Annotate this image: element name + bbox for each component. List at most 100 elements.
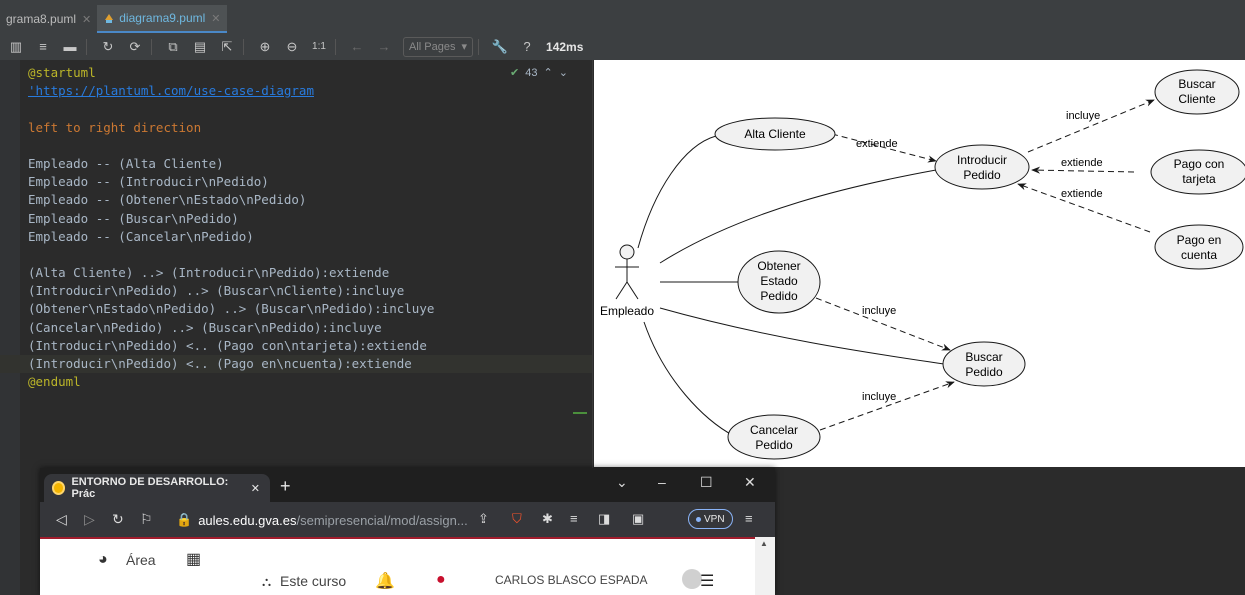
favicon-icon (52, 481, 66, 495)
code-line-current: (Introducir\nPedido) <.. (Pago en\ncuent… (0, 355, 592, 374)
chat-icon[interactable]: ● (436, 571, 446, 589)
use-case-label: Buscar (1178, 77, 1215, 91)
use-case-buscar-pedido[interactable] (942, 341, 1026, 387)
close-icon[interactable]: ✕ (211, 12, 220, 25)
new-tab-button[interactable]: + (280, 476, 291, 497)
use-case-cancelar-pedido[interactable] (727, 414, 821, 460)
code-line: Empleado -- (Obtener\nEstado\nPedido) (28, 192, 307, 208)
user-name[interactable]: CARLOS BLASCO ESPADA (495, 573, 648, 587)
use-case-label: Cancelar (750, 423, 798, 437)
extensions-icon[interactable]: ✱ (542, 511, 553, 527)
tab-label: diagrama9.puml (119, 11, 206, 25)
relation-label: extiende (1061, 157, 1103, 169)
code-line: Empleado -- (Cancelar\nPedido) (28, 228, 254, 244)
lock-icon: 🔒 (176, 512, 193, 527)
save-icon[interactable]: ▤ (189, 36, 211, 58)
close-icon[interactable]: ✕ (82, 13, 91, 26)
minimize-icon[interactable]: – (658, 474, 666, 490)
close-window-icon[interactable]: ✕ (744, 474, 756, 491)
avatar[interactable] (682, 569, 702, 589)
share-icon[interactable]: ⇪ (478, 511, 489, 527)
settings-wrench-icon[interactable]: 🔧 (489, 36, 511, 58)
help-button[interactable]: ? (516, 36, 538, 58)
use-case-label: Pedido (760, 289, 798, 303)
tab-grama8[interactable]: grama8.puml ✕ (0, 5, 97, 33)
next-page-icon[interactable]: → (373, 36, 395, 58)
code-line: (Introducir\nPedido) ..> (Buscar\nClient… (28, 283, 405, 299)
layout-preview-only-icon[interactable]: ▬ (59, 36, 81, 58)
layout-editor-preview-icon[interactable]: ▥ (5, 36, 27, 58)
association-introducir (659, 169, 937, 264)
menu-este-curso[interactable]: Este curso (280, 573, 346, 589)
bookmark-icon[interactable]: ⚐ (140, 511, 153, 528)
vpn-button[interactable]: VPN (688, 509, 733, 529)
use-case-label: Estado (760, 274, 798, 288)
scroll-up-icon[interactable]: ▲ (760, 539, 768, 548)
menu-icon[interactable]: ≡ (745, 511, 753, 526)
use-case-label: Obtener (757, 259, 800, 273)
pages-select[interactable]: All Pages ▾ (403, 36, 474, 57)
bell-icon[interactable]: 🔔 (375, 571, 395, 591)
code-lines: @startuml 'https://plantuml.com/use-case… (0, 64, 592, 391)
refresh-icon[interactable]: ↻ (97, 36, 119, 58)
use-case-label: Pedido (965, 365, 1003, 379)
use-case-pago-cuenta[interactable] (1154, 224, 1244, 270)
sitemap-icon: ⛬ (262, 574, 272, 589)
forward-icon[interactable]: ▷ (84, 511, 95, 528)
reload-icon[interactable]: ↻ (112, 511, 124, 528)
code-line[interactable]: 'https://plantuml.com/use-case-diagram (28, 82, 592, 100)
open-external-icon[interactable]: ⇱ (216, 36, 238, 58)
playlist-icon[interactable]: ≡ (570, 511, 578, 526)
copy-icon[interactable]: ⧉ (162, 36, 184, 58)
use-case-label: tarjeta (1182, 172, 1216, 186)
code-line: Empleado -- (Introducir\nPedido) (28, 174, 269, 190)
browser-tab-bar: ENTORNO DE DESARROLLO: Prác ✕ + ⌄ – ☐ ✕ (40, 468, 775, 502)
use-case-diagram: Empleado Alta Cliente Introducir Pedido … (600, 69, 1245, 460)
actor-figure-icon (615, 244, 639, 300)
address-bar[interactable]: 🔒 aules.edu.gva.es/semipresencial/mod/as… (176, 512, 468, 528)
dependency-introducir-buscar-cliente (1027, 99, 1155, 153)
brave-shield-icon[interactable]: ⛉ (512, 511, 522, 527)
tab-search-icon[interactable]: ⌄ (616, 474, 628, 491)
sidebar-icon[interactable]: ◨ (598, 511, 610, 527)
zoom-out-icon[interactable]: ⊖ (281, 36, 303, 58)
url-domain: aules.edu.gva.es (198, 512, 297, 528)
code-line: Empleado -- (Buscar\nPedido) (28, 210, 239, 226)
association-alta (637, 135, 717, 249)
render-time: 142ms (546, 39, 584, 54)
page-scrollbar[interactable]: ▲ (755, 537, 775, 595)
code-line: (Cancelar\nPedido) ..> (Buscar\nPedido):… (28, 319, 382, 335)
back-icon[interactable]: ◁ (56, 511, 67, 528)
use-case-introducir-pedido[interactable] (934, 144, 1030, 190)
code-line: @startuml (28, 65, 96, 80)
tab-diagrama9[interactable]: diagrama9.puml ✕ (97, 5, 227, 33)
use-case-label: Pago en (1177, 233, 1222, 247)
editor-tab-bar: grama8.puml ✕ diagrama9.puml ✕ (0, 0, 1245, 34)
use-case-label: Pedido (755, 438, 793, 452)
change-marker (573, 412, 587, 414)
zoom-in-icon[interactable]: ⊕ (254, 36, 276, 58)
calendar-icon[interactable]: ▦ (186, 549, 201, 569)
relation-label: incluye (1066, 110, 1100, 122)
browser-tab[interactable]: ENTORNO DE DESARROLLO: Prác ✕ (44, 474, 270, 502)
menu-area[interactable]: Área (126, 552, 156, 568)
close-icon[interactable]: ✕ (251, 482, 260, 495)
wallet-icon[interactable]: ▣ (632, 511, 644, 527)
code-line: (Introducir\nPedido) <.. (Pago con\ntarj… (28, 337, 427, 353)
actor-label: Empleado (600, 304, 654, 318)
maximize-icon[interactable]: ☐ (700, 474, 713, 491)
page-content: ◕ Área ▦ ⛬ Este curso 🔔 ● CARLOS BLASCO … (40, 539, 755, 595)
layout-editor-only-icon[interactable]: ≡ (32, 36, 54, 58)
diagram-preview[interactable]: Empleado Alta Cliente Introducir Pedido … (594, 60, 1245, 467)
sync-icon[interactable]: ⟳ (124, 36, 146, 58)
chevron-down-icon: ▾ (461, 41, 468, 53)
previous-page-icon[interactable]: ← (346, 36, 368, 58)
use-case-label: Buscar (965, 350, 1002, 364)
zoom-actual-button[interactable]: 1:1 (308, 36, 330, 58)
toolbar-divider (243, 38, 244, 55)
user-menu-icon[interactable]: ☰ (700, 571, 714, 591)
use-case-label: Introducir (957, 153, 1007, 167)
dashboard-icon[interactable]: ◕ (98, 551, 108, 569)
